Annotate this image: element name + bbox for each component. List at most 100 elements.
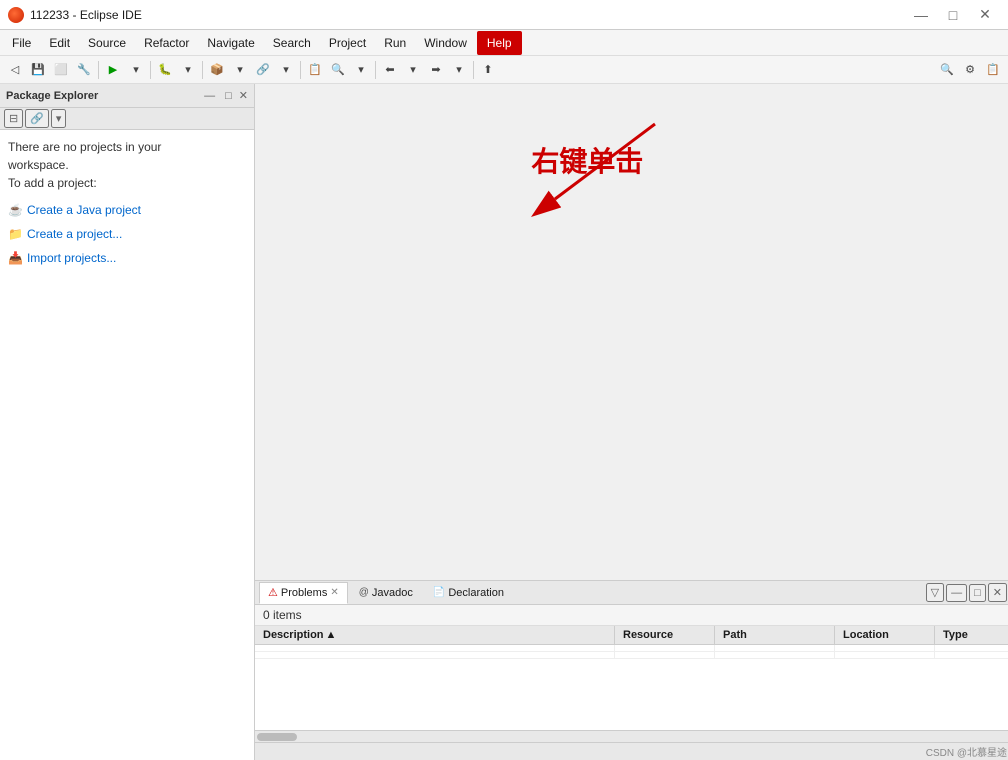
tab-javadoc[interactable]: @ Javadoc	[350, 582, 422, 604]
table-header: Description ▲ Resource Path Location Typ…	[255, 626, 1008, 645]
th-type[interactable]: Type	[935, 626, 1008, 644]
menu-help[interactable]: Help	[477, 31, 522, 55]
toolbar-sep-6	[473, 61, 474, 79]
horizontal-scrollbar[interactable]	[255, 730, 1008, 742]
create-java-project-link[interactable]: Create a Java project	[27, 201, 141, 219]
annotation-container: 右键单击	[455, 104, 705, 234]
toolbar-btn-3[interactable]: ⬜	[50, 59, 72, 81]
project-icon: 📁	[8, 225, 23, 243]
filter-button[interactable]: ▽	[926, 583, 944, 602]
th-path[interactable]: Path	[715, 626, 835, 644]
tab-problems[interactable]: ⚠ Problems ✕	[259, 582, 348, 604]
panel-minimize-icon[interactable]: —	[201, 89, 218, 103]
toolbar-btn-10[interactable]: 🔗	[252, 59, 274, 81]
toolbar-sep-1	[98, 61, 99, 79]
toolbar-btn-7[interactable]: ▾	[177, 59, 199, 81]
toolbar-btn-15[interactable]: ⬅	[379, 59, 401, 81]
th-location-label: Location	[843, 629, 889, 641]
toolbar-btn-14[interactable]: ▾	[350, 59, 372, 81]
left-panel: Package Explorer — □ ✕ ⊟ 🔗 ▾ There are n…	[0, 84, 255, 760]
td-empty-10	[935, 652, 1008, 658]
titlebar-controls: — □ ✕	[906, 5, 1000, 25]
close-button[interactable]: ✕	[970, 5, 1000, 25]
toolbar-btn-8[interactable]: 📦	[206, 59, 228, 81]
toolbar-btn-16[interactable]: ▾	[402, 59, 424, 81]
toolbar-btn-6[interactable]: 🐛	[154, 59, 176, 81]
toolbar-btn-19[interactable]: ⬆	[477, 59, 499, 81]
toolbar-btn-13[interactable]: 🔍	[327, 59, 349, 81]
annotation-arrow	[455, 104, 705, 234]
th-path-label: Path	[723, 629, 747, 641]
create-project-link-item: 📁 Create a project...	[8, 224, 246, 244]
panel-close-btn[interactable]: ✕	[988, 583, 1007, 602]
toolbar-btn-11[interactable]: ▾	[275, 59, 297, 81]
import-projects-link[interactable]: Import projects...	[27, 249, 116, 267]
create-project-link[interactable]: Create a project...	[27, 225, 122, 243]
th-resource[interactable]: Resource	[615, 626, 715, 644]
toolbar-btn-21[interactable]: 📋	[982, 59, 1004, 81]
package-explorer-content: There are no projects in your workspace.…	[0, 130, 254, 760]
package-explorer-close[interactable]: ✕	[239, 89, 248, 102]
tab-declaration[interactable]: 📄 Declaration	[424, 582, 513, 604]
toolbar-sep-2	[150, 61, 151, 79]
menu-edit[interactable]: Edit	[41, 33, 78, 53]
table-row-empty-2	[255, 652, 1008, 659]
items-count: 0 items	[255, 605, 1008, 626]
th-location[interactable]: Location	[835, 626, 935, 644]
minimize-button[interactable]: —	[906, 5, 936, 25]
td-empty-1	[255, 645, 615, 651]
sort-icon: ▲	[326, 629, 337, 641]
toolbar-btn-12[interactable]: 📋	[304, 59, 326, 81]
declaration-tab-label: Declaration	[448, 587, 504, 599]
menu-run[interactable]: Run	[376, 33, 414, 53]
menu-navigate[interactable]: Navigate	[199, 33, 262, 53]
view-menu-button[interactable]: ▾	[51, 109, 67, 128]
link-with-editor-button[interactable]: 🔗	[25, 109, 49, 128]
toolbar-btn-9[interactable]: ▾	[229, 59, 251, 81]
collapse-all-button[interactable]: ⊟	[4, 109, 23, 128]
scrollbar-thumb[interactable]	[257, 733, 297, 741]
menu-source[interactable]: Source	[80, 33, 134, 53]
titlebar-title: 112233 - Eclipse IDE	[30, 8, 142, 22]
panel-maximize-btn[interactable]: □	[969, 584, 986, 602]
no-projects-text: There are no projects in your workspace.…	[8, 138, 246, 192]
import-icon: 📥	[8, 249, 23, 267]
toolbar-btn-1[interactable]: ◁	[4, 59, 26, 81]
problems-tab-close[interactable]: ✕	[330, 587, 338, 598]
toolbar-btn-18[interactable]: ▾	[448, 59, 470, 81]
panel-minimize-btn[interactable]: —	[946, 584, 967, 602]
toolbar: ◁ 💾 ⬜ 🔧 ▶ ▾ 🐛 ▾ 📦 ▾ 🔗 ▾ 📋 🔍 ▾ ⬅ ▾ ➡ ▾ ⬆ …	[0, 56, 1008, 84]
menu-file[interactable]: File	[4, 33, 39, 53]
package-explorer-header: Package Explorer — □ ✕	[0, 84, 254, 108]
th-description-label: Description	[263, 629, 324, 641]
bottom-panel-header: ⚠ Problems ✕ @ Javadoc 📄 Declaration ▽ —	[255, 581, 1008, 605]
td-empty-2	[615, 645, 715, 651]
java-project-icon: ☕	[8, 201, 23, 219]
toolbar-btn-4[interactable]: 🔧	[73, 59, 95, 81]
create-java-project-link-item: ☕ Create a Java project	[8, 200, 246, 220]
footer-bar: CSDN @北慕星途	[255, 742, 1008, 760]
menu-search[interactable]: Search	[265, 33, 319, 53]
menu-refactor[interactable]: Refactor	[136, 33, 197, 53]
toolbar-btn-5[interactable]: ▾	[125, 59, 147, 81]
toolbar-sep-3	[202, 61, 203, 79]
app-icon	[8, 7, 24, 23]
no-projects-line3: To add a project:	[8, 176, 97, 190]
menu-window[interactable]: Window	[416, 33, 475, 53]
th-description[interactable]: Description ▲	[255, 626, 615, 644]
menu-project[interactable]: Project	[321, 33, 374, 53]
toolbar-btn-20[interactable]: ⚙	[959, 59, 981, 81]
panel-maximize-icon[interactable]: □	[222, 89, 235, 103]
toolbar-search[interactable]: 🔍	[936, 59, 958, 81]
th-resource-label: Resource	[623, 629, 673, 641]
javadoc-icon: @	[359, 587, 369, 598]
td-empty-7	[615, 652, 715, 658]
annotation-text: 右键单击	[531, 140, 643, 180]
import-projects-link-item: 📥 Import projects...	[8, 248, 246, 268]
toolbar-btn-2[interactable]: 💾	[27, 59, 49, 81]
maximize-button[interactable]: □	[938, 5, 968, 25]
table-body	[255, 645, 1008, 659]
toolbar-run-btn[interactable]: ▶	[102, 59, 124, 81]
toolbar-btn-17[interactable]: ➡	[425, 59, 447, 81]
th-type-label: Type	[943, 629, 968, 641]
